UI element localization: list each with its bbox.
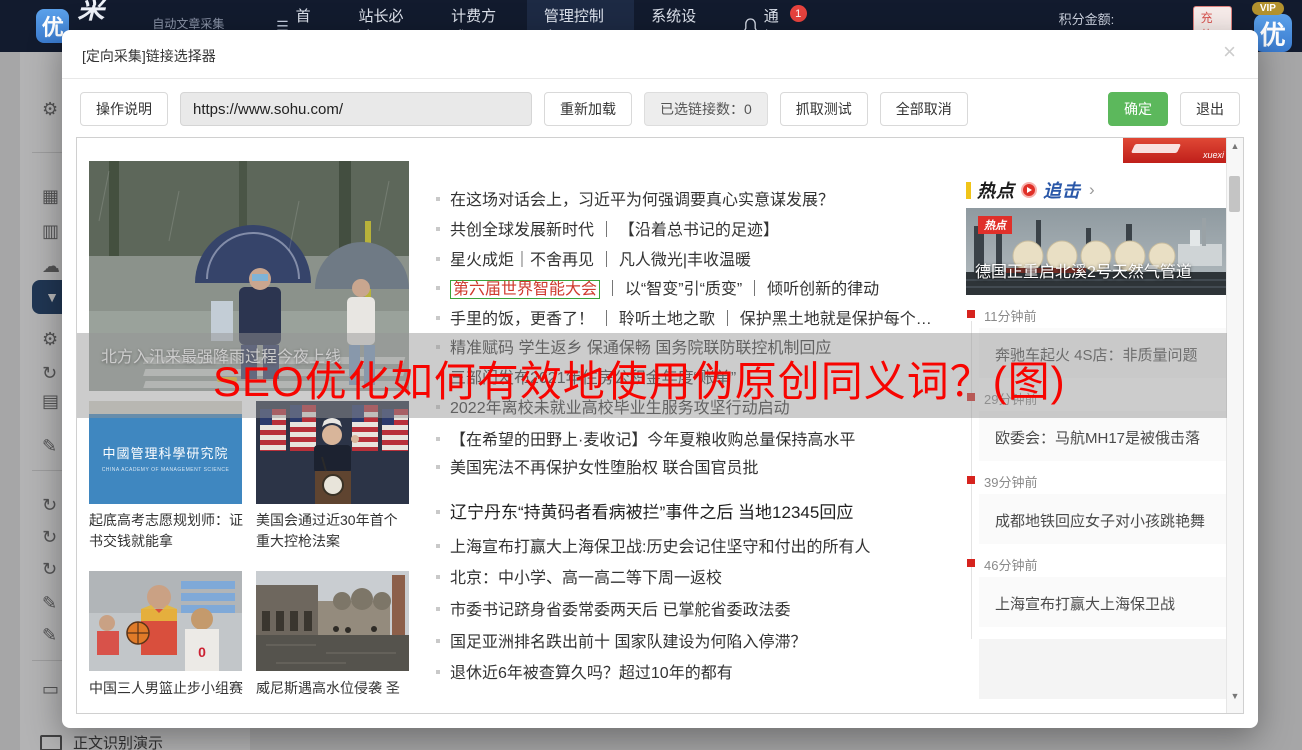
news-link[interactable]: 退休近6年被查算久吗？超过10年的都有 (436, 659, 733, 683)
bullet-icon (436, 286, 440, 290)
link-selector-modal: [定向采集]链接选择器 × 操作说明 重新加载 已选链接数：0 抓取测试 全部取… (62, 30, 1258, 728)
selected-link-highlight[interactable]: 第六届世界智能大会 (450, 280, 600, 299)
hot-badge: 热点 (978, 216, 1012, 234)
modal-toolbar: 操作说明 重新加载 已选链接数：0 抓取测试 全部取消 确定 退出 (80, 92, 1240, 126)
timeline-dot (967, 310, 975, 318)
reload-button[interactable]: 重新加载 (544, 92, 632, 126)
bullet-icon (436, 465, 440, 469)
timeline-time: 39分钟前 (984, 472, 1037, 491)
screen: 优 采云 自动文章采集器 ☰ 首页 站长必读 计费方式 管理控制台 系统设置 通… (0, 0, 1302, 750)
bullet-icon (436, 316, 440, 320)
bullet-icon (436, 437, 440, 441)
timeline-time: 11分钟前 (984, 306, 1037, 325)
thumbnail-basketball[interactable]: 0 (89, 571, 242, 671)
grab-test-button[interactable]: 抓取测试 (780, 92, 868, 126)
news-link[interactable]: 市委书记跻身省委常委两天后 已掌舵省委政法委 (436, 596, 790, 620)
vip-avatar: 优 (1254, 14, 1292, 52)
page-scrollbar[interactable]: ▲ ▼ (1226, 138, 1243, 713)
news-link[interactable]: 美国宪法不再保护女性堕胎权 联合国官员批 (436, 454, 758, 478)
study-banner[interactable]: xuexi (1123, 138, 1229, 163)
news-link[interactable]: 第六届世界智能大会 ｜ 以“智变”引“质变” ｜ 倾听创新的律动 (436, 275, 879, 299)
selected-links-counter: 已选链接数：0 (644, 92, 768, 126)
thumbnail-caption[interactable]: 美国会通过近30年首个重大控枪法案 (256, 510, 411, 552)
sign-text: 中國管理科學研究院 (102, 443, 228, 462)
thumbnail-venice-flood[interactable] (256, 571, 409, 671)
embedded-page: 北方入汛来最强降雨过程今夜上线 中國管理科學研究院 CHINA ACADEMY … (76, 137, 1244, 714)
news-link[interactable]: 共创全球发展新时代 ｜ 【沿着总书记的足迹】 (436, 216, 779, 240)
scroll-up-icon[interactable]: ▲ (1227, 141, 1243, 151)
news-link[interactable]: 北京：中小学、高一高二等下周一返校 (436, 564, 722, 588)
thumbnail-caption[interactable]: 威尼斯遇高水位侵袭 圣 (256, 678, 411, 699)
modal-title: [定向采集]链接选择器 (82, 46, 216, 66)
bullet-icon (436, 607, 440, 611)
vip-badge: VIP (1252, 2, 1284, 15)
timeline-time: 46分钟前 (984, 555, 1037, 574)
chevron-right-icon: › (1089, 180, 1095, 200)
thumbnail-caption[interactable]: 中国三人男篮止步小组赛 (89, 678, 244, 699)
sign-subtext: CHINA ACADEMY OF MANAGEMENT SCIENCE (102, 467, 230, 473)
help-button[interactable]: 操作说明 (80, 92, 168, 126)
featured-image-lng-terminal[interactable]: 热点 德国正重启北溪2号天然气管道 (966, 208, 1229, 295)
hot-label: 热点 (977, 177, 1015, 203)
bullet-icon (436, 257, 440, 261)
timeline-item[interactable]: 上海宣布打赢大上海保卫战 (979, 577, 1229, 627)
scrollbar-thumb[interactable] (1229, 176, 1240, 212)
hot-topics-header[interactable]: 热点 追击 › (966, 177, 1095, 203)
target-icon (1021, 182, 1037, 198)
yellow-bar-icon (966, 182, 971, 199)
empty-card (979, 639, 1229, 699)
close-icon[interactable]: × (1223, 41, 1236, 63)
banner-text: xuexi (1203, 150, 1224, 160)
timeline-item[interactable]: 欧委会：马航MH17是被俄击落 (979, 411, 1229, 461)
url-input[interactable] (180, 92, 532, 126)
scroll-down-icon[interactable]: ▼ (1227, 691, 1243, 701)
timeline-item[interactable]: 成都地铁回应女子对小孩跳艳舞 (979, 494, 1229, 544)
notification-count-badge: 1 (790, 5, 807, 22)
seo-annotation-text: SEO优化如何有效地使用伪原创同义词？(图) (213, 348, 1066, 409)
bullet-icon (436, 639, 440, 643)
chase-label: 追击 (1043, 177, 1081, 203)
confirm-button[interactable]: 确定 (1108, 92, 1168, 126)
news-link[interactable]: 【在希望的田野上·麦收记】今年夏粮收购总量保持高水平 (436, 426, 855, 450)
svg-text:0: 0 (198, 644, 206, 660)
news-link[interactable]: 辽宁丹东“持黄码者看病被拦”事件之后 当地12345回应 (436, 498, 853, 523)
timeline-dot (967, 476, 975, 484)
bullet-icon (436, 575, 440, 579)
news-link[interactable]: 上海宣布打赢大上海保卫战:历史会记住坚守和付出的所有人 (436, 533, 870, 557)
thumbnail-caption[interactable]: 起底高考志愿规划师：证书交钱就能拿 (89, 510, 244, 552)
news-link[interactable]: 在这场对话会上，习近平为何强调要真心实意谋发展？ (436, 186, 834, 210)
news-link[interactable]: 星火成炬｜不舍再见 ｜ 凡人微光|丰收温暖 (436, 246, 751, 270)
cancel-all-button[interactable]: 全部取消 (880, 92, 968, 126)
bullet-icon (436, 544, 440, 548)
bullet-icon (436, 197, 440, 201)
bullet-icon (436, 670, 440, 674)
timeline-dot (967, 559, 975, 567)
featured-caption: 德国正重启北溪2号天然气管道 (975, 258, 1192, 282)
modal-header: [定向采集]链接选择器 × (62, 30, 1258, 79)
exit-button[interactable]: 退出 (1180, 92, 1240, 126)
bullet-icon (436, 227, 440, 231)
news-link[interactable]: 国足亚洲排名跌出前十 国家队建设为何陷入停滞？ (436, 628, 806, 652)
news-link[interactable]: 手里的饭，更香了！ ｜ 聆听土地之歌 ｜ 保护黑土地就是保护每个… (436, 305, 932, 329)
bullet-icon (436, 510, 440, 514)
